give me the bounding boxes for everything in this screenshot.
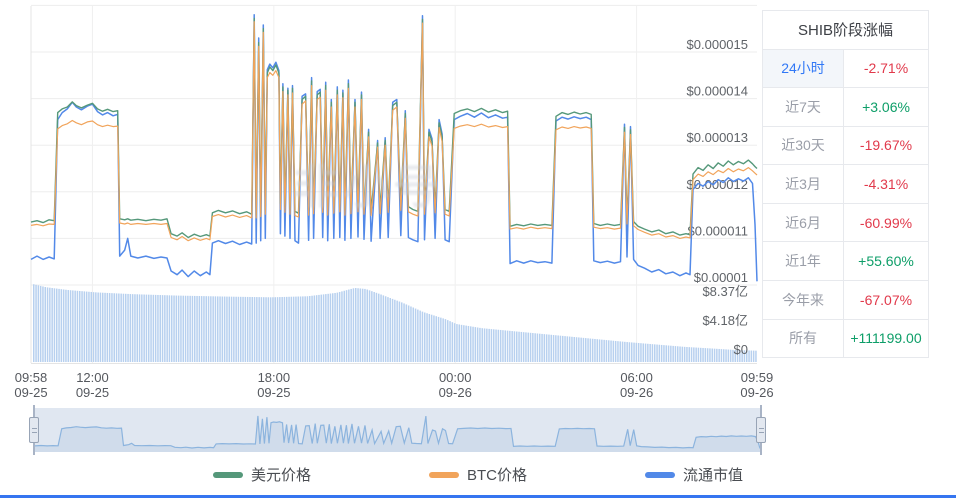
legend-label: BTC价格 (467, 464, 527, 485)
period-row-1y[interactable]: 近1年 +55.60% (763, 242, 928, 281)
svg-text:09:58: 09:58 (15, 370, 48, 385)
period-value: -60.99% (844, 204, 928, 242)
legend-item-market-cap[interactable]: 流通市值 (645, 464, 743, 485)
period-row-3m[interactable]: 近3月 -4.31% (763, 165, 928, 204)
svg-text:09-26: 09-26 (439, 385, 472, 400)
period-row-ytd[interactable]: 今年来 -67.07% (763, 281, 928, 320)
legend-item-btc-price[interactable]: BTC价格 (429, 464, 527, 485)
svg-text:$0.000014: $0.000014 (687, 84, 748, 99)
period-value: -67.07% (844, 281, 928, 319)
svg-text:09-25: 09-25 (76, 385, 109, 400)
period-value: -4.31% (844, 165, 928, 203)
period-value: +3.06% (844, 88, 928, 126)
stage-change-table: SHIB阶段涨幅 24小时 -2.71% 近7天 +3.06% 近30天 -19… (762, 10, 929, 358)
svg-text:$8.37亿: $8.37亿 (702, 284, 748, 299)
svg-text:$0.000015: $0.000015 (687, 37, 748, 52)
navigator-left-handle[interactable] (29, 417, 39, 443)
period-value: -19.67% (844, 127, 928, 165)
market-cap-swatch-icon (645, 472, 675, 478)
legend-item-usd-price[interactable]: 美元价格 (213, 464, 311, 485)
svg-text:18:00: 18:00 (258, 370, 291, 385)
legend-label: 流通市值 (683, 464, 743, 485)
svg-text:09-26: 09-26 (740, 385, 773, 400)
svg-text:$0.00001: $0.00001 (694, 270, 748, 285)
period-label[interactable]: 近7天 (763, 88, 844, 126)
period-label[interactable]: 所有 (763, 320, 844, 358)
period-label[interactable]: 近6月 (763, 204, 844, 242)
navigator-right-handle[interactable] (756, 417, 766, 443)
period-label[interactable]: 近1年 (763, 242, 844, 280)
period-row-30d[interactable]: 近30天 -19.67% (763, 127, 928, 166)
svg-text:$0.000011: $0.000011 (688, 223, 749, 238)
usd-price-swatch-icon (213, 472, 243, 478)
period-value: +55.60% (844, 242, 928, 280)
svg-text:09:59: 09:59 (741, 370, 774, 385)
period-value: -2.71% (844, 50, 928, 88)
legend-label: 美元价格 (251, 464, 311, 485)
period-row-all[interactable]: 所有 +111199.00 (763, 320, 928, 358)
period-row-24h[interactable]: 24小时 -2.71% (763, 50, 928, 89)
svg-text:$0.000013: $0.000013 (687, 130, 748, 145)
svg-text:00:00: 00:00 (439, 370, 472, 385)
btc-price-swatch-icon (429, 472, 459, 478)
period-label[interactable]: 24小时 (763, 50, 844, 88)
chart-legend: 美元价格 BTC价格 流通市值 (0, 464, 956, 485)
period-row-6m[interactable]: 近6月 -60.99% (763, 204, 928, 243)
svg-text:$0: $0 (734, 342, 748, 357)
period-value: +111199.00 (844, 320, 928, 358)
range-navigator[interactable] (33, 407, 763, 453)
svg-text:06:00: 06:00 (620, 370, 653, 385)
svg-text:09-25: 09-25 (257, 385, 290, 400)
shib-chart-widget: $0.000015$0.000014$0.000013$0.000012$0.0… (0, 0, 956, 498)
period-label[interactable]: 近30天 (763, 127, 844, 165)
period-row-7d[interactable]: 近7天 +3.06% (763, 88, 928, 127)
svg-text:$4.18亿: $4.18亿 (702, 313, 748, 328)
svg-text:12:00: 12:00 (76, 370, 109, 385)
svg-text:09-26: 09-26 (620, 385, 653, 400)
period-label[interactable]: 近3月 (763, 165, 844, 203)
svg-text:09-25: 09-25 (14, 385, 47, 400)
period-label[interactable]: 今年来 (763, 281, 844, 319)
table-title: SHIB阶段涨幅 (763, 11, 928, 50)
